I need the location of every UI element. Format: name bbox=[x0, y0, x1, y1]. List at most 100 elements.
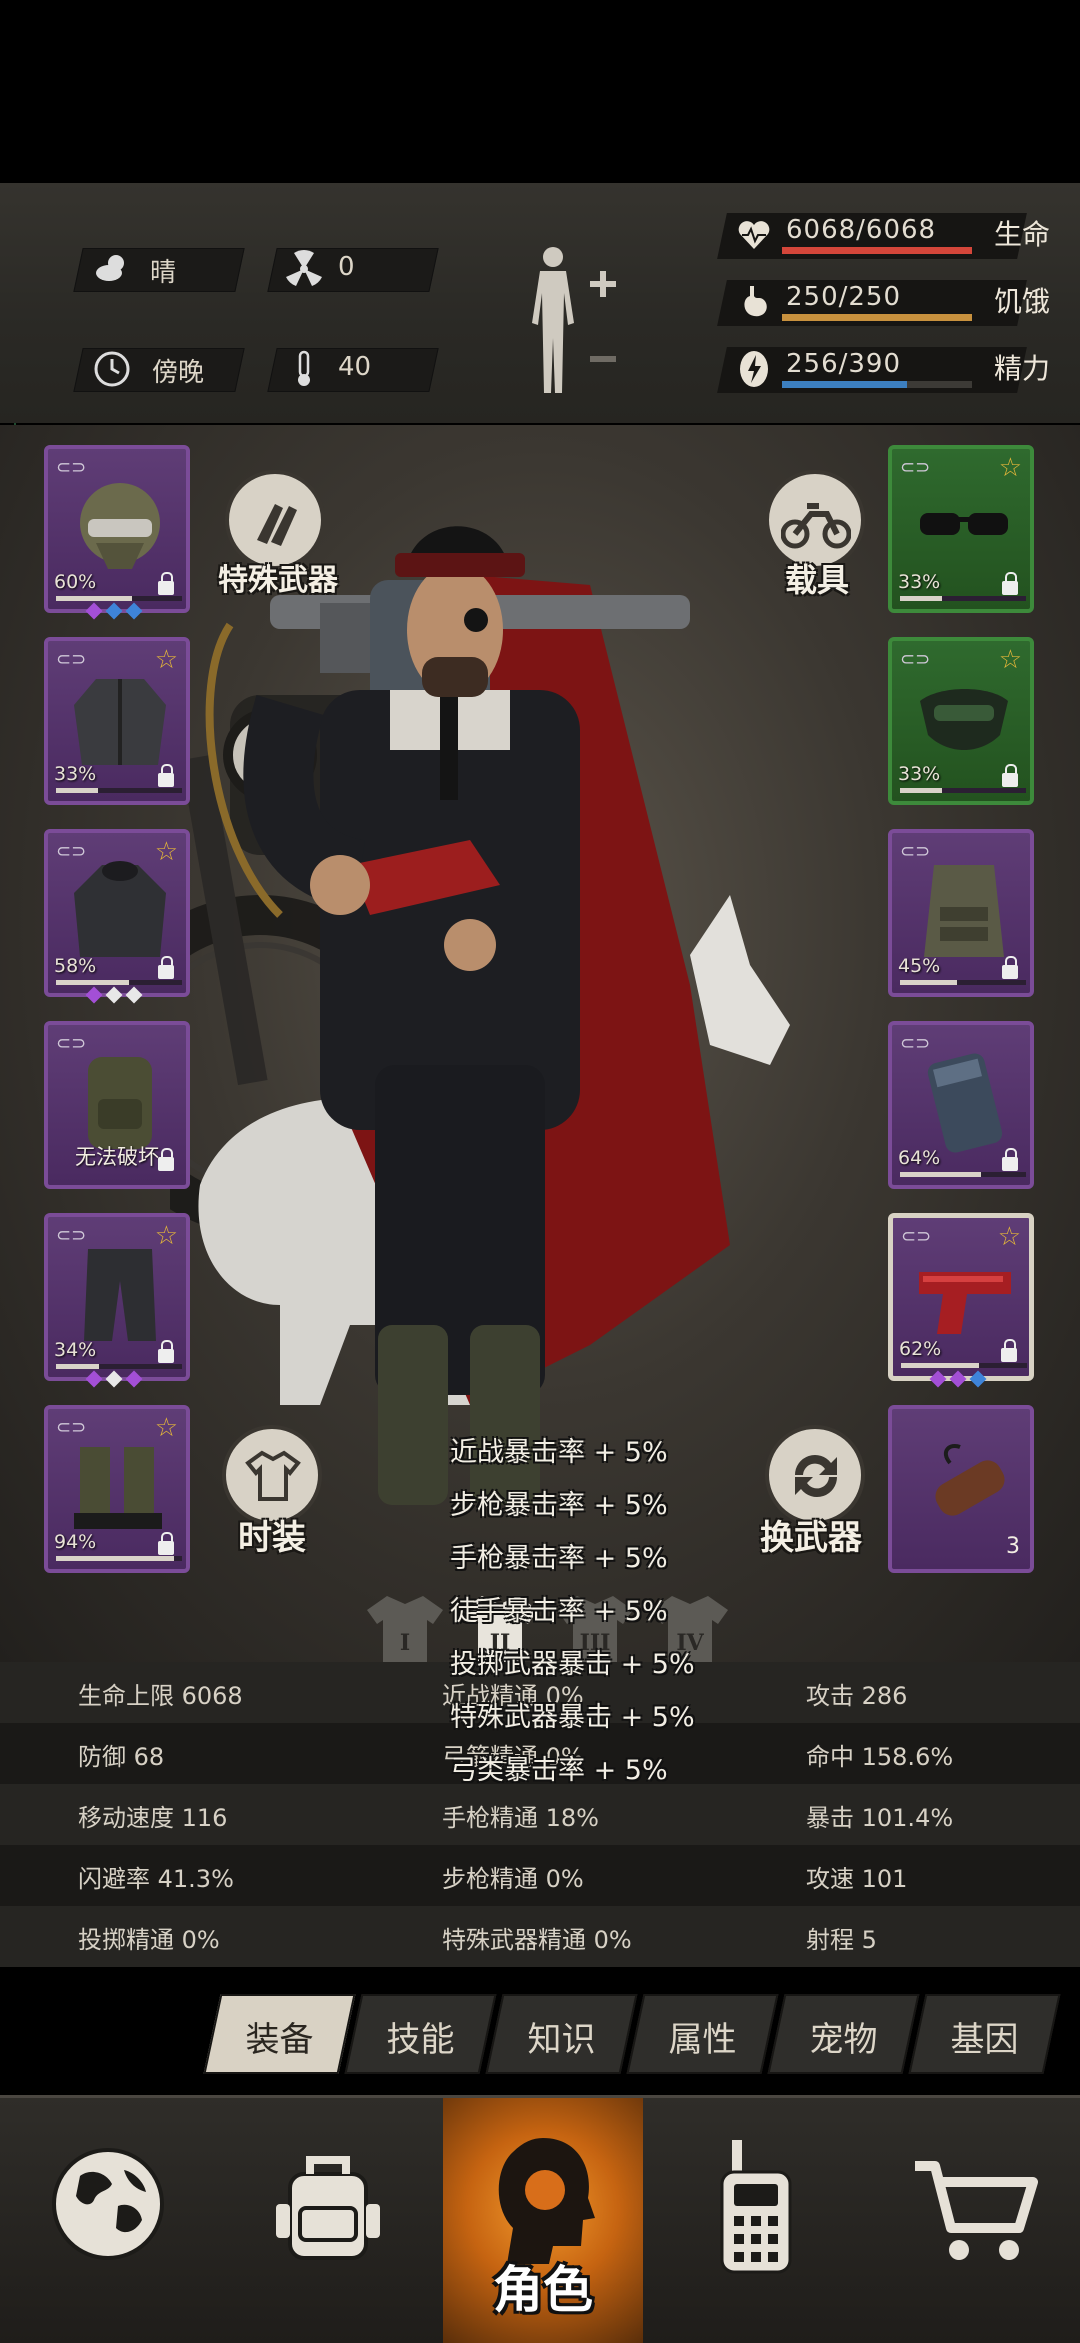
attribute-value: 投掷精通 0% bbox=[78, 1926, 220, 1954]
hp-label: 生命 bbox=[994, 218, 1051, 251]
nav-radio-button[interactable] bbox=[646, 2098, 861, 2343]
weather-value: 晴 bbox=[150, 258, 177, 288]
rockets-icon bbox=[257, 504, 297, 546]
durability-percent: 94% bbox=[54, 1531, 97, 1553]
attribute-row: 投掷精通 0% 特殊武器精通 0% 射程 5 bbox=[0, 1906, 1080, 1967]
attribute-value: 暴击 101.4% bbox=[806, 1804, 954, 1832]
buff-line: 投掷武器暴击 + 5% bbox=[450, 1649, 695, 1680]
attribute-value: 移动速度 116 bbox=[78, 1804, 228, 1832]
lock-icon bbox=[158, 1148, 174, 1171]
helmet-icon bbox=[80, 483, 160, 569]
gem-icon bbox=[125, 1370, 143, 1388]
switch-weapon-label: 换武器 bbox=[760, 1518, 862, 1558]
durability-percent: 45% bbox=[898, 955, 941, 977]
attribute-value: 攻速 101 bbox=[806, 1865, 908, 1893]
nav-shop-button[interactable] bbox=[861, 2098, 1080, 2343]
equip-slot-vest[interactable]: ⊂⊃ 45% bbox=[888, 829, 1034, 997]
walkie-talkie-icon bbox=[720, 2140, 792, 2274]
attribute-value: 命中 158.6% bbox=[806, 1743, 954, 1771]
attribute-value: 生命上限 6068 bbox=[78, 1682, 243, 1710]
mask-icon bbox=[920, 689, 1008, 750]
hunger-value: 250/250 bbox=[786, 282, 902, 312]
buff-line: 弓类暴击率 + 5% bbox=[450, 1755, 668, 1786]
gem-icon bbox=[85, 986, 103, 1004]
lock-icon bbox=[158, 1532, 174, 1555]
heart-icon bbox=[738, 221, 770, 249]
swap-arrows-icon bbox=[795, 1455, 837, 1497]
equip-slot-jacket[interactable]: ⊂⊃ ☆ 33% bbox=[44, 637, 190, 805]
equip-slot-pants[interactable]: ⊂⊃ ☆ 34% bbox=[44, 1213, 190, 1381]
lock-icon bbox=[158, 1340, 174, 1363]
globe-icon bbox=[52, 2148, 164, 2260]
coat-icon bbox=[74, 861, 166, 957]
item-count: 3 bbox=[1006, 1534, 1020, 1559]
shirt-icon bbox=[245, 1450, 301, 1501]
temperature-value: 40 bbox=[338, 352, 372, 382]
durability-percent: 33% bbox=[898, 763, 941, 785]
buff-line: 步枪暴击率 + 5% bbox=[450, 1490, 668, 1521]
backpack-icon bbox=[276, 2156, 380, 2260]
vehicle-label: 载具 bbox=[785, 561, 850, 599]
durability-bar bbox=[56, 1364, 182, 1369]
durability-bar bbox=[56, 1556, 182, 1561]
equip-slot-dynamite[interactable]: 3 bbox=[888, 1405, 1034, 1573]
shield-icon bbox=[927, 1053, 1003, 1153]
energy-stat: 256/390 精力 bbox=[717, 343, 1062, 399]
buff-line: 近战暴击率 + 5% bbox=[450, 1437, 668, 1468]
durability-bar bbox=[56, 788, 182, 793]
lock-icon bbox=[1002, 956, 1018, 979]
boots-icon bbox=[74, 1447, 162, 1529]
costume-slot-1[interactable]: I bbox=[365, 1590, 445, 1665]
attribute-value: 特殊武器精通 0% bbox=[442, 1926, 632, 1954]
lock-icon bbox=[1001, 1339, 1017, 1362]
nav-map-button[interactable] bbox=[0, 2098, 215, 2343]
tab-label: 属性 bbox=[668, 2020, 737, 2060]
status-panel: 晴 0 傍晚 40 6068/6068 生命 250/250 饥饿 256/39… bbox=[0, 183, 1080, 423]
durability-percent: 34% bbox=[54, 1339, 97, 1361]
gem-icon bbox=[85, 602, 103, 620]
backpack-icon bbox=[88, 1057, 152, 1149]
equip-slot-pistol[interactable]: ⊂⊃ ☆ 62% bbox=[888, 1213, 1034, 1381]
buff-line: 特殊武器暴击 + 5% bbox=[450, 1702, 695, 1733]
gem-icon bbox=[105, 602, 123, 620]
equip-slot-backpack[interactable]: ⊂⊃ 无法破坏 bbox=[44, 1021, 190, 1189]
equip-slot-helmet[interactable]: ⊂⊃ 60% bbox=[44, 445, 190, 613]
gem-icon bbox=[125, 986, 143, 1004]
gem-icon bbox=[969, 1370, 987, 1388]
equip-slot-mask[interactable]: ⊂⊃ ☆ 33% bbox=[888, 637, 1034, 805]
durability-percent: 64% bbox=[898, 1147, 941, 1169]
hp-stat: 6068/6068 生命 bbox=[717, 209, 1062, 265]
equip-slot-shield[interactable]: ⊂⊃ 64% bbox=[888, 1021, 1034, 1189]
pistol-icon bbox=[919, 1272, 1011, 1334]
gem-icon bbox=[949, 1370, 967, 1388]
attribute-row: 闪避率 41.3% 步枪精通 0% 攻速 101 bbox=[0, 1845, 1080, 1906]
tab-label: 技能 bbox=[386, 2020, 455, 2060]
hunger-bar-fill bbox=[782, 314, 972, 321]
nav-bag-button[interactable] bbox=[215, 2098, 440, 2343]
durability-bar bbox=[56, 596, 182, 601]
lock-icon bbox=[1002, 1148, 1018, 1171]
clock-icon bbox=[94, 351, 130, 387]
nav-character-button[interactable]: 角色 bbox=[443, 2098, 643, 2343]
attribute-value: 射程 5 bbox=[806, 1926, 877, 1954]
gem-sockets bbox=[85, 1370, 143, 1389]
special-weapon-label: 特殊武器 bbox=[218, 563, 338, 598]
equip-slot-glasses[interactable]: ⊂⊃ ☆ 33% bbox=[888, 445, 1034, 613]
lock-icon bbox=[1002, 764, 1018, 787]
thermometer-icon bbox=[298, 350, 310, 386]
lock-icon bbox=[158, 956, 174, 979]
pants-icon bbox=[84, 1249, 156, 1341]
body-status-figure[interactable] bbox=[520, 243, 630, 403]
motorcycle-icon bbox=[781, 503, 851, 549]
radiation-value: 0 bbox=[338, 252, 355, 282]
lock-icon bbox=[158, 764, 174, 787]
bottom-navigation: 角色 bbox=[0, 2095, 1080, 2343]
durability-percent: 62% bbox=[899, 1338, 942, 1360]
dynamite-icon bbox=[935, 1444, 1005, 1516]
durability-bar bbox=[900, 980, 1026, 985]
equip-slot-coat[interactable]: ⊂⊃ ☆ 58% bbox=[44, 829, 190, 997]
equip-slot-boots[interactable]: ⊂⊃ ☆ 94% bbox=[44, 1405, 190, 1573]
stomach-icon bbox=[744, 286, 767, 317]
gem-icon bbox=[105, 1370, 123, 1388]
buff-tooltip: 近战暴击率 + 5% 步枪暴击率 + 5% 手枪暴击率 + 5% 徒手暴击率 + 5%… bbox=[450, 1430, 740, 1801]
